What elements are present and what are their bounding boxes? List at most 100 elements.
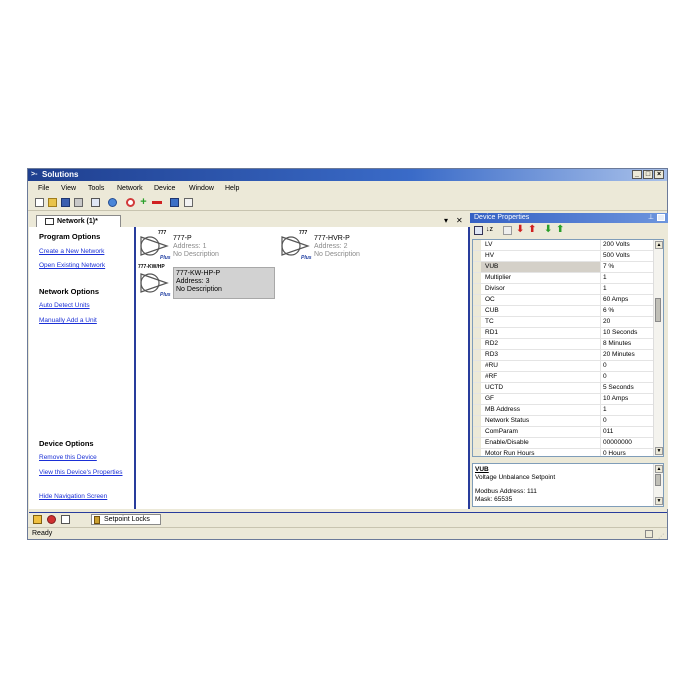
property-value[interactable]: 8 Minutes: [601, 339, 656, 349]
target-icon[interactable]: [126, 198, 135, 207]
property-value[interactable]: 20 Minutes: [601, 350, 656, 360]
report-icon[interactable]: [184, 198, 193, 207]
menu-help[interactable]: Help: [225, 185, 239, 192]
menu-file[interactable]: File: [38, 185, 49, 192]
property-row[interactable]: RD1 10 Seconds: [473, 328, 656, 339]
dropdown-icon[interactable]: ▾: [444, 216, 448, 225]
device-unit-3[interactable]: 777-KW/HP Plus 777-KW-HP-P Address: 3 No…: [138, 264, 278, 301]
menu-view[interactable]: View: [61, 185, 76, 192]
scroll-down-icon[interactable]: ▼: [655, 497, 663, 505]
property-row[interactable]: OC 60 Amps: [473, 295, 656, 306]
property-value[interactable]: 011: [601, 427, 656, 437]
property-value[interactable]: 200 Volts: [601, 240, 656, 250]
error-icon[interactable]: [47, 515, 56, 524]
categorized-icon[interactable]: [474, 226, 483, 235]
property-value[interactable]: 1: [601, 284, 656, 294]
scroll-down-icon[interactable]: ▼: [655, 447, 663, 455]
remove-icon[interactable]: [152, 201, 162, 204]
property-value[interactable]: 00000000: [601, 438, 656, 448]
property-row[interactable]: Divisor 1: [473, 284, 656, 295]
menu-tools[interactable]: Tools: [88, 185, 104, 192]
network-globe-icon[interactable]: [108, 198, 117, 207]
property-value[interactable]: 60 Amps: [601, 295, 656, 305]
property-row[interactable]: #RF 0: [473, 372, 656, 383]
scroll-up-icon[interactable]: ▲: [655, 241, 663, 249]
add-icon[interactable]: +: [139, 197, 148, 208]
property-row[interactable]: Network Status 0: [473, 416, 656, 427]
property-value[interactable]: 1: [601, 405, 656, 415]
description-title: VUB: [475, 466, 489, 473]
device-unit-1[interactable]: 777 Plus 777-P Address: 1 No Description: [138, 230, 258, 263]
property-pages-icon[interactable]: [503, 226, 512, 235]
menu-network[interactable]: Network: [117, 185, 143, 192]
property-row[interactable]: TC 20: [473, 317, 656, 328]
resize-grip-icon[interactable]: ⋰: [658, 531, 664, 543]
close-button[interactable]: ×: [654, 170, 664, 179]
create-network-link[interactable]: Create a New Network: [39, 248, 104, 255]
property-value[interactable]: 0: [601, 361, 656, 371]
property-row[interactable]: HV 500 Volts: [473, 251, 656, 262]
minimize-button[interactable]: _: [632, 170, 642, 179]
property-value[interactable]: 5 Seconds: [601, 383, 656, 393]
view-properties-link[interactable]: View this Device's Properties: [39, 469, 123, 476]
scroll-thumb[interactable]: [655, 474, 661, 486]
device-unit-2[interactable]: 777 Plus 777-HVR-P Address: 2 No Descrip…: [279, 230, 399, 263]
title-bar: >- Solutions _ □ ×: [28, 169, 667, 181]
new-icon[interactable]: [35, 198, 44, 207]
sort-alpha-icon[interactable]: ↓z: [486, 226, 495, 235]
property-value[interactable]: 0: [601, 372, 656, 382]
arrow-up-green-icon[interactable]: ⬆: [556, 225, 565, 235]
property-value[interactable]: 20: [601, 317, 656, 327]
arrow-down-red-icon[interactable]: ⬇: [516, 225, 525, 235]
menu-window[interactable]: Window: [189, 185, 214, 192]
property-value[interactable]: 6 %: [601, 306, 656, 316]
property-row[interactable]: VUB 7 %: [473, 262, 656, 273]
property-value[interactable]: 1: [601, 273, 656, 283]
property-value[interactable]: 0: [601, 416, 656, 426]
arrow-down-green-icon[interactable]: ⬇: [544, 225, 553, 235]
property-row[interactable]: ComParam 011: [473, 427, 656, 438]
property-row[interactable]: GF 10 Amps: [473, 394, 656, 405]
property-row[interactable]: Multiplier 1: [473, 273, 656, 284]
warning-icon[interactable]: [33, 515, 42, 524]
log-icon[interactable]: [61, 515, 70, 524]
remove-device-link[interactable]: Remove this Device: [39, 454, 97, 461]
tab-network[interactable]: Network (1)*: [36, 215, 121, 227]
property-row[interactable]: Motor Run Hours 0 Hours: [473, 449, 656, 456]
property-row[interactable]: UCTD 5 Seconds: [473, 383, 656, 394]
pin-icon[interactable]: ⊥: [648, 213, 654, 223]
arrow-up-red-icon[interactable]: ⬆: [528, 225, 537, 235]
property-value[interactable]: 10 Seconds: [601, 328, 656, 338]
property-value[interactable]: 500 Volts: [601, 251, 656, 261]
close-tab-icon[interactable]: ✕: [456, 216, 463, 225]
property-row[interactable]: Enable/Disable 00000000: [473, 438, 656, 449]
property-row[interactable]: LV 200 Volts: [473, 240, 656, 251]
device-icon[interactable]: [170, 198, 179, 207]
open-folder-icon[interactable]: [48, 198, 57, 207]
window-layout-icon[interactable]: [91, 198, 100, 207]
maximize-button[interactable]: □: [643, 170, 653, 179]
property-value[interactable]: 7 %: [601, 262, 656, 272]
property-row[interactable]: MB Address 1: [473, 405, 656, 416]
property-grid-scrollbar[interactable]: ▲ ▼: [653, 240, 663, 456]
property-row[interactable]: #RU 0: [473, 361, 656, 372]
property-value[interactable]: 0 Hours: [601, 449, 656, 456]
save-icon[interactable]: [61, 198, 70, 207]
print-icon[interactable]: [74, 198, 83, 207]
lock-icon: [94, 516, 100, 524]
manual-add-link[interactable]: Manually Add a Unit: [39, 317, 97, 324]
property-value[interactable]: 10 Amps: [601, 394, 656, 404]
property-row[interactable]: CUB 6 %: [473, 306, 656, 317]
device-properties-panel: Device Properties ⊥ ↓z ⬇ ⬆ ⬇ ⬆ LV 200 Vol…: [470, 213, 668, 509]
property-row[interactable]: RD2 8 Minutes: [473, 339, 656, 350]
scroll-up-icon[interactable]: ▲: [655, 465, 663, 473]
open-network-link[interactable]: Open Existing Network: [39, 262, 105, 269]
menu-device[interactable]: Device: [154, 185, 175, 192]
tab-setpoint-locks[interactable]: Setpoint Locks: [91, 514, 161, 525]
hide-nav-link[interactable]: Hide Navigation Screen: [39, 493, 107, 500]
property-row[interactable]: RD3 20 Minutes: [473, 350, 656, 361]
description-scrollbar[interactable]: ▲ ▼: [653, 464, 663, 506]
scroll-thumb[interactable]: [655, 298, 661, 322]
auto-detect-link[interactable]: Auto Detect Units: [39, 302, 90, 309]
close-panel-icon[interactable]: [657, 214, 665, 221]
